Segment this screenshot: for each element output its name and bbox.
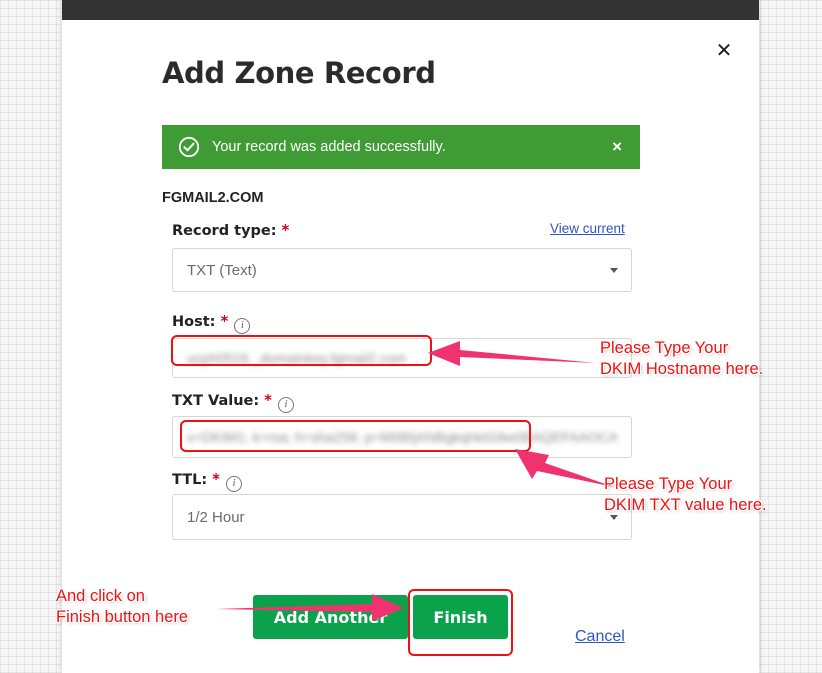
host-input-value: ucph0516._domainkey.fgmail2.com [187, 350, 407, 366]
txt-value-label: TXT Value: * i [172, 391, 295, 413]
add-zone-record-modal: ✕ Add Zone Record Your record was added … [62, 20, 759, 673]
zone-domain-name: FGMAIL2.COM [162, 190, 264, 206]
txt-value-input[interactable]: v=DKIM1; k=rsa; h=sha256; p=MIIBIjANBgkq… [172, 416, 632, 458]
view-current-link[interactable]: View current [550, 221, 625, 236]
success-alert-message: Your record was added successfully. [212, 139, 446, 155]
ttl-label-text: TTL: [172, 472, 208, 488]
record-type-label: Record type: * [172, 221, 289, 239]
check-circle-icon [178, 136, 200, 158]
chevron-down-icon [610, 268, 618, 273]
required-marker: * [264, 391, 273, 409]
required-marker: * [212, 470, 221, 488]
finish-button[interactable]: Finish [413, 595, 508, 639]
page-title: Add Zone Record [162, 56, 436, 90]
ttl-label: TTL: * i [172, 470, 243, 492]
alert-dismiss-icon[interactable]: × [612, 137, 622, 157]
record-type-label-text: Record type: [172, 223, 277, 239]
required-marker: * [220, 312, 229, 330]
ttl-value: 1/2 Hour [187, 508, 245, 526]
host-label-text: Host: [172, 314, 216, 330]
success-alert: Your record was added successfully. × [162, 125, 640, 169]
txt-value-label-text: TXT Value: [172, 393, 260, 409]
cancel-link[interactable]: Cancel [575, 628, 625, 646]
add-another-button[interactable]: Add Another [253, 595, 408, 639]
close-icon[interactable]: ✕ [713, 40, 735, 62]
host-label: Host: * i [172, 312, 251, 334]
required-marker: * [281, 221, 290, 239]
info-icon[interactable]: i [226, 476, 243, 492]
info-icon[interactable]: i [278, 397, 295, 413]
ttl-select[interactable]: 1/2 Hour [172, 494, 632, 540]
info-icon[interactable]: i [234, 318, 251, 334]
host-input[interactable]: ucph0516._domainkey.fgmail2.com [172, 338, 632, 378]
record-type-value: TXT (Text) [187, 261, 257, 279]
record-type-select[interactable]: TXT (Text) [172, 248, 632, 292]
chevron-down-icon [610, 515, 618, 520]
browser-top-bar [62, 0, 759, 20]
txt-value-input-value: v=DKIM1; k=rsa; h=sha256; p=MIIBIjANBgkq… [187, 429, 617, 445]
